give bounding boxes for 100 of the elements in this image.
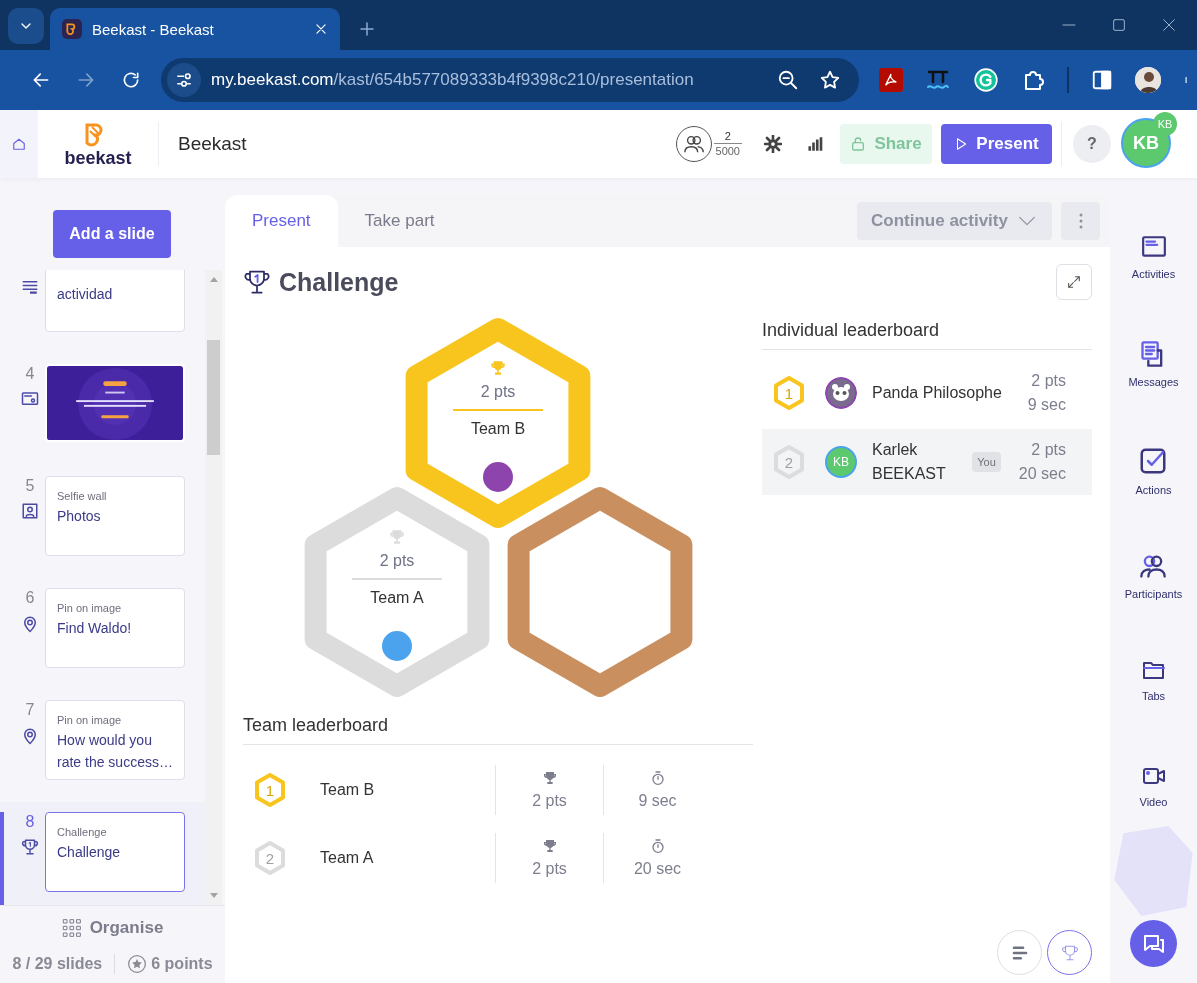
favicon-icon xyxy=(62,19,82,39)
new-tab-icon[interactable] xyxy=(358,20,376,38)
trophy-icon xyxy=(388,528,406,546)
tab-search-button[interactable] xyxy=(8,8,44,44)
slide-card[interactable]: Pin on image How would you rate the success… xyxy=(45,700,185,780)
rail-button[interactable]: Messages xyxy=(1128,340,1179,396)
bar-chart-icon[interactable] xyxy=(806,135,824,153)
organise-button[interactable]: Organise xyxy=(61,918,164,938)
team-time: 9 sec xyxy=(638,792,677,810)
fullscreen-button[interactable] xyxy=(1056,264,1092,300)
add-slide-button[interactable]: Add a slide xyxy=(53,210,171,258)
zoom-out-icon[interactable] xyxy=(777,69,799,91)
trophy-icon xyxy=(541,838,558,854)
side-panel-icon[interactable] xyxy=(1091,69,1113,91)
scrollbar[interactable] xyxy=(205,270,222,905)
slide-card[interactable]: Pin on image Find Waldo! xyxy=(45,588,185,668)
participant-points: 2 pts xyxy=(1031,371,1066,391)
play-icon xyxy=(954,137,969,151)
address-bar[interactable]: my.beekast.com/kast/654b577089333b4f9398c210/presentation xyxy=(161,58,859,102)
browser-tab[interactable]: Beekast - Beekast xyxy=(50,8,340,50)
grid-icon xyxy=(61,918,82,938)
rank-badge: 1 xyxy=(772,375,806,411)
timer-icon xyxy=(649,770,666,786)
rank-badge: 2 xyxy=(253,840,287,876)
team-points: 2 pts xyxy=(532,792,567,810)
help-button[interactable]: ? xyxy=(1073,125,1111,163)
trophy-icon xyxy=(489,359,507,377)
rail-button[interactable]: Participants xyxy=(1124,552,1183,608)
section-heading: Team leaderboard xyxy=(243,715,753,745)
star-icon[interactable] xyxy=(819,69,841,91)
slide-count: 8 / 29 slides xyxy=(12,955,103,973)
activity-title: Challenge xyxy=(279,267,400,297)
section-heading: Individual leaderboard xyxy=(762,320,1092,350)
rail-button[interactable]: Video xyxy=(1138,764,1169,820)
participant-points: 2 pts xyxy=(1031,440,1066,460)
settings-icon[interactable] xyxy=(764,135,782,153)
rail-button[interactable]: Actions xyxy=(1135,446,1172,502)
slideshow-icon xyxy=(20,390,40,408)
team-points: 2 pts xyxy=(480,383,516,401)
url-text: my.beekast.com/kast/654b577089333b4f9398c210/presentation xyxy=(211,70,695,90)
user-avatar: KB xyxy=(825,446,857,478)
team-name: Team A xyxy=(320,849,375,867)
beekast-logo[interactable]: beekast xyxy=(65,121,131,167)
participant-name: Karlek BEEKAST xyxy=(872,440,947,484)
tab[interactable]: Present xyxy=(225,195,338,247)
g-extension-icon[interactable] xyxy=(973,67,999,93)
map-pin-icon xyxy=(21,614,39,634)
participant-time: 9 sec xyxy=(1027,395,1066,415)
team-points: 2 pts xyxy=(379,552,415,570)
checkbox-icon xyxy=(1138,446,1169,476)
lock-icon xyxy=(850,136,867,152)
slide-number: 8 xyxy=(25,812,35,832)
timer-icon xyxy=(649,838,666,854)
team-name: Team A xyxy=(370,589,424,607)
team-time: 20 sec xyxy=(633,860,682,878)
view-button[interactable] xyxy=(1047,930,1092,975)
scroll-thumb[interactable] xyxy=(207,340,220,455)
home-icon xyxy=(12,137,26,151)
bars-icon xyxy=(1010,943,1029,962)
slide-number: 4 xyxy=(25,364,35,384)
rail-button[interactable]: Tabs xyxy=(1140,658,1167,714)
tab[interactable]: Take part xyxy=(337,195,462,247)
close-icon[interactable] xyxy=(314,22,328,36)
initials-badge: KB xyxy=(1153,112,1177,136)
slide-number: 7 xyxy=(25,700,35,720)
team-name: Team B xyxy=(470,420,526,438)
profile-avatar[interactable] xyxy=(1135,67,1161,93)
team-name: Team B xyxy=(320,781,376,799)
map-pin-icon xyxy=(21,726,39,746)
rail-button[interactable]: Activities xyxy=(1131,234,1176,290)
expand-icon xyxy=(1066,274,1082,290)
participant-count: 2 5000 xyxy=(713,130,742,158)
rank-badge: 2 xyxy=(772,444,806,480)
trophy-icon xyxy=(541,770,558,786)
waves-extension-icon[interactable] xyxy=(925,68,951,92)
maximize-icon[interactable] xyxy=(1111,17,1127,33)
team-points: 2 pts xyxy=(532,860,567,878)
more-icon xyxy=(1078,213,1083,229)
chat-button[interactable] xyxy=(1130,920,1177,967)
participant-name: Panda Philosophe xyxy=(872,383,1003,403)
rank-badge: 1 xyxy=(253,772,287,808)
participant-time: 20 sec xyxy=(1018,464,1066,484)
site-settings-icon[interactable] xyxy=(167,63,201,97)
presentation-title: Beekast xyxy=(178,133,248,155)
panda-avatar-icon xyxy=(825,377,857,409)
present-button[interactable]: Present xyxy=(941,124,1052,164)
portrait-icon xyxy=(21,502,39,520)
slide-card[interactable]: Challenge Challenge xyxy=(45,812,185,892)
form-icon xyxy=(21,278,39,296)
points-total: 6 points xyxy=(151,955,213,973)
slide-number: 5 xyxy=(25,476,35,496)
trophy-icon xyxy=(243,268,271,296)
slide-card[interactable]: actividad xyxy=(45,270,185,332)
trophy-icon xyxy=(21,838,39,856)
slide-number: 6 xyxy=(25,588,35,608)
close-icon[interactable] xyxy=(1161,17,1177,33)
pdf-extension-icon[interactable] xyxy=(879,68,903,92)
slide-card[interactable]: Selfie wall Photos xyxy=(45,476,185,556)
star-badge-icon xyxy=(127,954,148,974)
trophy-icon xyxy=(1060,943,1079,962)
